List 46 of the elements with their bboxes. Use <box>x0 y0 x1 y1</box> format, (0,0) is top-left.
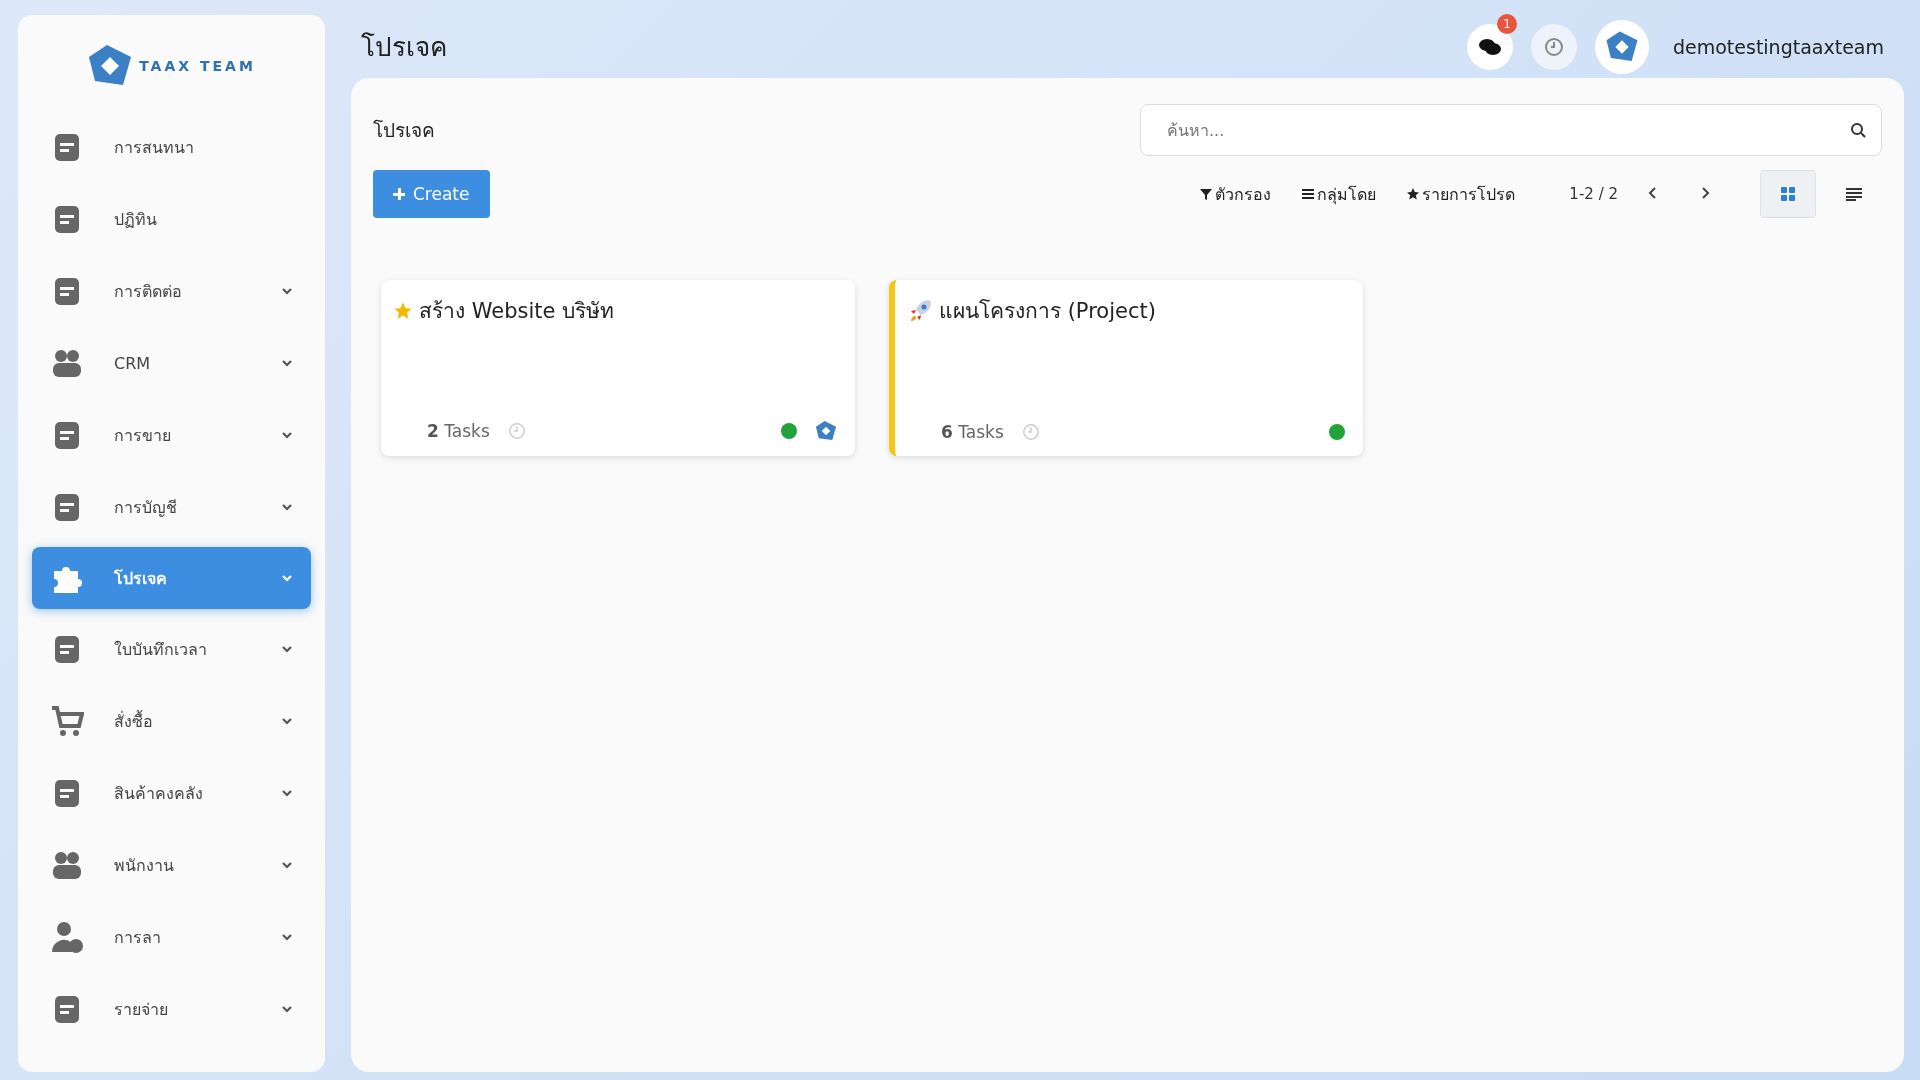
list-icon <box>1301 187 1316 201</box>
grid-view-button[interactable] <box>1760 170 1816 218</box>
search-icon[interactable] <box>1850 122 1866 138</box>
sidebar-item[interactable]: การติดต่อ <box>32 259 311 323</box>
clock-icon <box>507 422 526 440</box>
chevron-left-icon <box>1648 185 1658 200</box>
sidebar-item[interactable]: CRM <box>32 331 311 395</box>
search-field[interactable]: ค้นหา... <box>1140 104 1882 156</box>
grid-icon <box>1780 186 1796 202</box>
card-title: แผนโครงการ (Project) <box>939 298 1156 325</box>
sidebar-item[interactable]: พนักงาน <box>32 833 311 897</box>
username[interactable]: demotestingtaaxteam <box>1672 35 1884 58</box>
toolbar-button[interactable]: รายการโปรด <box>1400 177 1522 211</box>
sidebar-item[interactable]: การสนทนา <box>32 115 311 179</box>
sidebar-item[interactable]: สั่งซื้อ <box>32 689 311 753</box>
sidebar-item[interactable]: การขาย <box>32 403 311 467</box>
project-card[interactable]: แผนโครงการ (Project) 6 Tasks <box>889 280 1363 456</box>
notification-badge: 1 <box>1496 13 1517 34</box>
toolbar-button[interactable]: กลุ่มโดย <box>1295 177 1383 211</box>
status-dot[interactable] <box>781 423 797 439</box>
clock-icon <box>1543 36 1564 57</box>
task-count[interactable]: 6 Tasks <box>941 422 1004 442</box>
sidebar-item[interactable]: ปฏิทิน <box>32 187 311 251</box>
clock-icon <box>1021 423 1040 441</box>
menu-item-icon <box>50 920 84 954</box>
brand-name: TAAX TEAM <box>139 58 256 74</box>
sidebar-item[interactable]: การบัญชี <box>32 475 311 539</box>
project-card[interactable]: สร้าง Website บริษัท 2 Tasks <box>381 280 855 456</box>
star-icon <box>1406 187 1421 201</box>
sidebar-item[interactable]: ใบบันทึกเวลา <box>32 617 311 681</box>
card-title: สร้าง Website บริษัท <box>419 298 615 325</box>
task-count[interactable]: 2 Tasks <box>427 421 490 441</box>
breadcrumb: โปรเจค <box>373 118 435 143</box>
sidebar-item[interactable]: การลา <box>32 905 311 969</box>
chevron-right-icon <box>1700 185 1710 200</box>
list-icon <box>1845 187 1863 201</box>
sidebar-item[interactable]: สินค้าคงคลัง <box>32 761 311 825</box>
menu-item-icon <box>50 704 84 738</box>
status-dot[interactable] <box>1329 424 1345 440</box>
pager-text: 1-2 / 2 <box>1569 185 1618 203</box>
page-title: โปรเจค <box>361 31 447 64</box>
logo-icon <box>1604 29 1639 64</box>
filter-icon <box>1199 187 1214 201</box>
toolbar-button[interactable]: ตัวกรอง <box>1193 177 1278 211</box>
sidebar-item[interactable]: รายจ่าย <box>32 977 311 1041</box>
chat-icon <box>1478 37 1501 56</box>
